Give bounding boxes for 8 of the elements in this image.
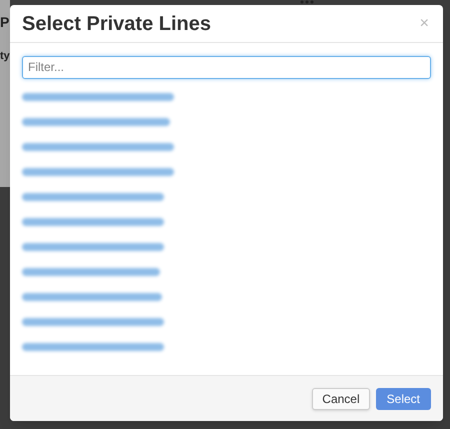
- dialog-title: Select Private Lines: [22, 12, 211, 36]
- page-text: ty: [0, 49, 10, 64]
- page-text: P: [0, 13, 10, 32]
- cancel-button[interactable]: Cancel: [312, 388, 370, 410]
- select-button[interactable]: Select: [376, 388, 431, 410]
- filter-field[interactable]: Filter...: [22, 56, 431, 78]
- more-icon: [300, 0, 314, 4]
- close-button[interactable]: ×: [418, 16, 431, 32]
